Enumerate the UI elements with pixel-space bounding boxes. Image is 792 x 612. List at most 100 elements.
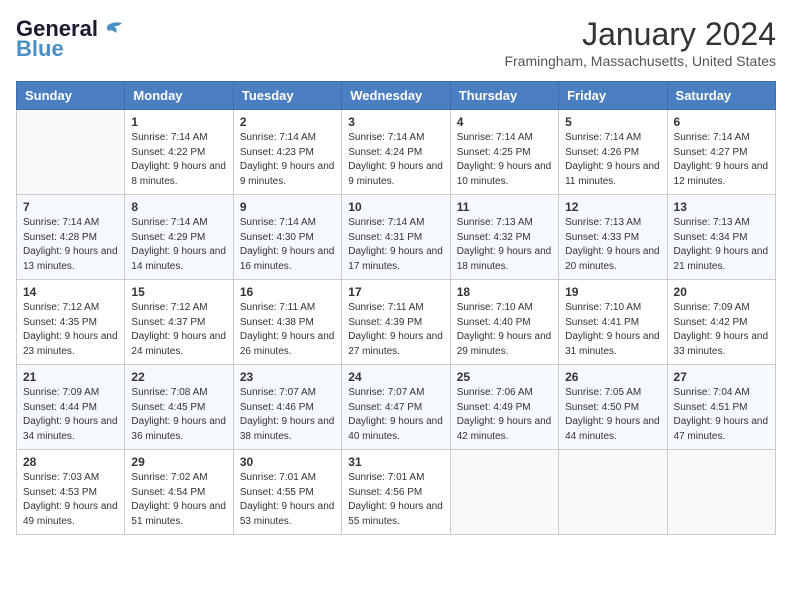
day-number: 13 xyxy=(674,200,769,214)
day-cell: 1 Sunrise: 7:14 AMSunset: 4:22 PMDaylight… xyxy=(125,110,233,195)
logo-bird-icon xyxy=(100,21,122,37)
day-info: Sunrise: 7:07 AMSunset: 4:47 PMDaylight:… xyxy=(348,386,443,444)
day-cell: 15 Sunrise: 7:12 AMSunset: 4:37 PMDayligh… xyxy=(125,280,233,365)
day-info: Sunrise: 7:05 AMSunset: 4:50 PMDaylight:… xyxy=(565,386,660,444)
week-row-4: 21Sunrise: 7:09 AMSunset: 4:44 PMDayligh… xyxy=(17,365,776,450)
day-info: Sunrise: 7:08 AMSunset: 4:45 PMDaylight:… xyxy=(131,386,226,444)
day-cell: 28Sunrise: 7:03 AMSunset: 4:53 PMDayligh… xyxy=(17,450,125,535)
day-info: Sunrise: 7:14 AMSunset: 4:26 PMDaylight:… xyxy=(565,131,660,189)
day-cell: 12 Sunrise: 7:13 AMSunset: 4:33 PMDayligh… xyxy=(559,195,667,280)
header-row: SundayMondayTuesdayWednesdayThursdayFrid… xyxy=(17,82,776,110)
day-info: Sunrise: 7:04 AMSunset: 4:51 PMDaylight:… xyxy=(674,386,769,444)
month-title: January 2024 xyxy=(504,16,776,53)
day-number: 29 xyxy=(131,455,226,469)
day-info: Sunrise: 7:01 AMSunset: 4:55 PMDaylight:… xyxy=(240,471,335,529)
page-header: General Blue January 2024 Framingham, Ma… xyxy=(16,16,776,69)
day-cell: 25 Sunrise: 7:06 AMSunset: 4:49 PMDayligh… xyxy=(450,365,558,450)
day-number: 31 xyxy=(348,455,443,469)
day-info: Sunrise: 7:14 AMSunset: 4:25 PMDaylight:… xyxy=(457,131,552,189)
day-info: Sunrise: 7:13 AMSunset: 4:32 PMDaylight:… xyxy=(457,216,552,274)
day-info: Sunrise: 7:01 AMSunset: 4:56 PMDaylight:… xyxy=(348,471,443,529)
day-cell: 21Sunrise: 7:09 AMSunset: 4:44 PMDayligh… xyxy=(17,365,125,450)
day-number: 15 xyxy=(131,285,226,299)
day-info: Sunrise: 7:14 AMSunset: 4:23 PMDaylight:… xyxy=(240,131,335,189)
day-number: 5 xyxy=(565,115,660,129)
logo-text-blue: Blue xyxy=(16,36,64,62)
day-info: Sunrise: 7:11 AMSunset: 4:38 PMDaylight:… xyxy=(240,301,335,359)
day-number: 10 xyxy=(348,200,443,214)
day-info: Sunrise: 7:14 AMSunset: 4:24 PMDaylight:… xyxy=(348,131,443,189)
day-info: Sunrise: 7:13 AMSunset: 4:34 PMDaylight:… xyxy=(674,216,769,274)
col-header-friday: Friday xyxy=(559,82,667,110)
week-row-1: 1 Sunrise: 7:14 AMSunset: 4:22 PMDaylight… xyxy=(17,110,776,195)
day-cell: 29 Sunrise: 7:02 AMSunset: 4:54 PMDayligh… xyxy=(125,450,233,535)
day-info: Sunrise: 7:14 AMSunset: 4:29 PMDaylight:… xyxy=(131,216,226,274)
day-info: Sunrise: 7:11 AMSunset: 4:39 PMDaylight:… xyxy=(348,301,443,359)
day-number: 4 xyxy=(457,115,552,129)
day-cell: 23Sunrise: 7:07 AMSunset: 4:46 PMDayligh… xyxy=(233,365,341,450)
day-info: Sunrise: 7:12 AMSunset: 4:37 PMDaylight:… xyxy=(131,301,226,359)
day-cell: 31 Sunrise: 7:01 AMSunset: 4:56 PMDayligh… xyxy=(342,450,450,535)
day-cell: 30 Sunrise: 7:01 AMSunset: 4:55 PMDayligh… xyxy=(233,450,341,535)
day-info: Sunrise: 7:14 AMSunset: 4:31 PMDaylight:… xyxy=(348,216,443,274)
day-cell: 26 Sunrise: 7:05 AMSunset: 4:50 PMDayligh… xyxy=(559,365,667,450)
day-cell: 24 Sunrise: 7:07 AMSunset: 4:47 PMDayligh… xyxy=(342,365,450,450)
day-cell: 4 Sunrise: 7:14 AMSunset: 4:25 PMDaylight… xyxy=(450,110,558,195)
col-header-thursday: Thursday xyxy=(450,82,558,110)
day-cell: 13 Sunrise: 7:13 AMSunset: 4:34 PMDayligh… xyxy=(667,195,775,280)
day-cell: 14Sunrise: 7:12 AMSunset: 4:35 PMDayligh… xyxy=(17,280,125,365)
day-number: 19 xyxy=(565,285,660,299)
day-number: 3 xyxy=(348,115,443,129)
day-info: Sunrise: 7:02 AMSunset: 4:54 PMDaylight:… xyxy=(131,471,226,529)
col-header-wednesday: Wednesday xyxy=(342,82,450,110)
day-number: 26 xyxy=(565,370,660,384)
day-info: Sunrise: 7:03 AMSunset: 4:53 PMDaylight:… xyxy=(23,471,118,529)
day-cell: 20Sunrise: 7:09 AMSunset: 4:42 PMDayligh… xyxy=(667,280,775,365)
day-number: 1 xyxy=(131,115,226,129)
day-cell: 2Sunrise: 7:14 AMSunset: 4:23 PMDaylight… xyxy=(233,110,341,195)
day-cell xyxy=(559,450,667,535)
day-number: 8 xyxy=(131,200,226,214)
day-info: Sunrise: 7:09 AMSunset: 4:44 PMDaylight:… xyxy=(23,386,118,444)
week-row-2: 7 Sunrise: 7:14 AMSunset: 4:28 PMDaylight… xyxy=(17,195,776,280)
day-cell: 3 Sunrise: 7:14 AMSunset: 4:24 PMDaylight… xyxy=(342,110,450,195)
day-cell: 27 Sunrise: 7:04 AMSunset: 4:51 PMDayligh… xyxy=(667,365,775,450)
day-cell: 6 Sunrise: 7:14 AMSunset: 4:27 PMDaylight… xyxy=(667,110,775,195)
title-block: January 2024 Framingham, Massachusetts, … xyxy=(504,16,776,69)
day-number: 30 xyxy=(240,455,335,469)
day-cell: 22Sunrise: 7:08 AMSunset: 4:45 PMDayligh… xyxy=(125,365,233,450)
day-number: 6 xyxy=(674,115,769,129)
day-info: Sunrise: 7:14 AMSunset: 4:28 PMDaylight:… xyxy=(23,216,118,274)
day-info: Sunrise: 7:14 AMSunset: 4:22 PMDaylight:… xyxy=(131,131,226,189)
col-header-sunday: Sunday xyxy=(17,82,125,110)
day-info: Sunrise: 7:12 AMSunset: 4:35 PMDaylight:… xyxy=(23,301,118,359)
day-cell: 11Sunrise: 7:13 AMSunset: 4:32 PMDayligh… xyxy=(450,195,558,280)
day-number: 27 xyxy=(674,370,769,384)
day-info: Sunrise: 7:10 AMSunset: 4:40 PMDaylight:… xyxy=(457,301,552,359)
day-info: Sunrise: 7:13 AMSunset: 4:33 PMDaylight:… xyxy=(565,216,660,274)
day-cell: 8 Sunrise: 7:14 AMSunset: 4:29 PMDaylight… xyxy=(125,195,233,280)
day-cell: 17 Sunrise: 7:11 AMSunset: 4:39 PMDayligh… xyxy=(342,280,450,365)
col-header-tuesday: Tuesday xyxy=(233,82,341,110)
day-number: 23 xyxy=(240,370,335,384)
day-cell xyxy=(450,450,558,535)
location-subtitle: Framingham, Massachusetts, United States xyxy=(504,53,776,69)
day-number: 25 xyxy=(457,370,552,384)
day-number: 16 xyxy=(240,285,335,299)
day-info: Sunrise: 7:09 AMSunset: 4:42 PMDaylight:… xyxy=(674,301,769,359)
day-info: Sunrise: 7:10 AMSunset: 4:41 PMDaylight:… xyxy=(565,301,660,359)
day-info: Sunrise: 7:14 AMSunset: 4:30 PMDaylight:… xyxy=(240,216,335,274)
day-number: 24 xyxy=(348,370,443,384)
calendar-table: SundayMondayTuesdayWednesdayThursdayFrid… xyxy=(16,81,776,535)
day-number: 7 xyxy=(23,200,118,214)
day-cell: 16 Sunrise: 7:11 AMSunset: 4:38 PMDayligh… xyxy=(233,280,341,365)
day-cell: 9Sunrise: 7:14 AMSunset: 4:30 PMDaylight… xyxy=(233,195,341,280)
day-info: Sunrise: 7:14 AMSunset: 4:27 PMDaylight:… xyxy=(674,131,769,189)
day-cell: 18Sunrise: 7:10 AMSunset: 4:40 PMDayligh… xyxy=(450,280,558,365)
day-number: 17 xyxy=(348,285,443,299)
day-cell: 19 Sunrise: 7:10 AMSunset: 4:41 PMDayligh… xyxy=(559,280,667,365)
logo: General Blue xyxy=(16,16,122,62)
day-info: Sunrise: 7:06 AMSunset: 4:49 PMDaylight:… xyxy=(457,386,552,444)
day-number: 12 xyxy=(565,200,660,214)
day-cell: 7 Sunrise: 7:14 AMSunset: 4:28 PMDaylight… xyxy=(17,195,125,280)
